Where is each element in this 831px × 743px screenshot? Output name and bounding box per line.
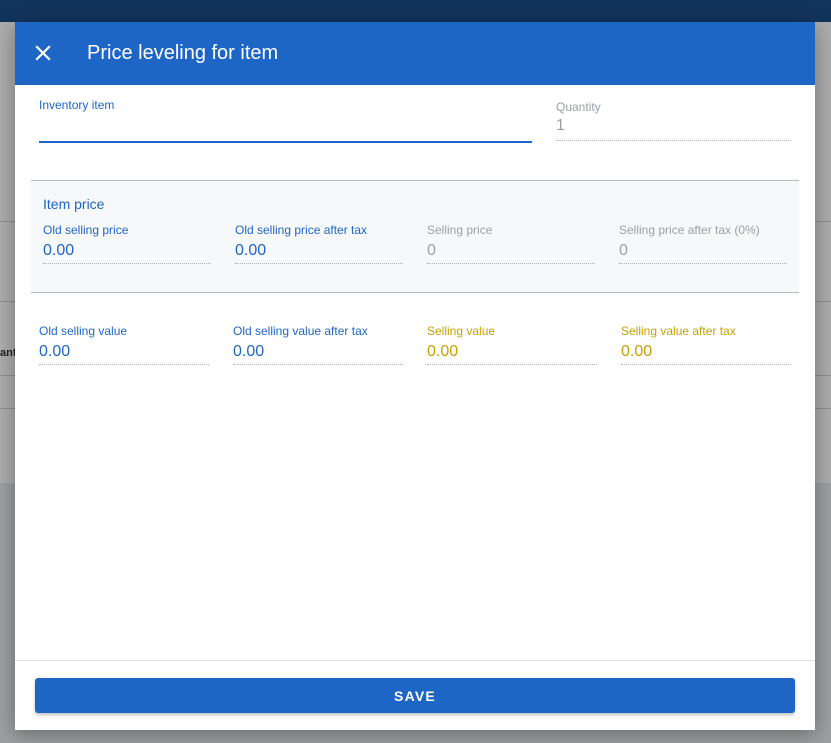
old-selling-value-value: 0.00 — [39, 343, 71, 360]
selling-value-after-tax-underline — [621, 364, 791, 365]
save-button[interactable]: SAVE — [35, 678, 795, 713]
selling-value-field[interactable]: Selling value 0.00 — [427, 324, 597, 365]
selling-price-underline — [427, 263, 595, 264]
inventory-item-input[interactable] — [39, 126, 532, 142]
close-icon — [35, 45, 51, 61]
quantity-field[interactable]: Quantity 1 — [556, 100, 791, 141]
old-selling-price-after-tax-field[interactable]: Old selling price after tax 0.00 — [235, 223, 403, 264]
selling-price-field[interactable]: Selling price 0 — [427, 223, 595, 264]
selling-price-after-tax-label: Selling price after tax (0%) — [619, 223, 760, 237]
dialog-title: Price leveling for item — [87, 42, 279, 64]
old-selling-price-after-tax-underline — [235, 263, 403, 264]
close-button[interactable] — [31, 41, 55, 65]
selling-price-after-tax-value: 0 — [619, 242, 628, 259]
old-selling-value-underline — [39, 364, 209, 365]
old-selling-value-after-tax-label: Old selling value after tax — [233, 324, 368, 338]
old-selling-value-after-tax-underline — [233, 364, 403, 365]
old-selling-value-after-tax-value: 0.00 — [233, 343, 265, 360]
selling-price-after-tax-underline — [619, 263, 787, 264]
selling-value-underline — [427, 364, 597, 365]
item-price-section: Item price Old selling price 0.00 Old se… — [31, 180, 799, 293]
old-selling-value-field[interactable]: Old selling value 0.00 — [39, 324, 209, 365]
quantity-value: 1 — [556, 117, 565, 134]
old-selling-value-after-tax-field[interactable]: Old selling value after tax 0.00 — [233, 324, 403, 365]
selling-value-label: Selling value — [427, 324, 496, 338]
quantity-label: Quantity — [556, 100, 601, 114]
old-selling-price-after-tax-label: Old selling price after tax — [235, 223, 368, 237]
inventory-item-label: Inventory item — [39, 98, 115, 112]
quantity-underline — [556, 140, 791, 141]
old-selling-price-after-tax-value: 0.00 — [235, 242, 267, 259]
selling-price-value: 0 — [427, 242, 436, 259]
item-price-title: Item price — [43, 196, 105, 212]
price-leveling-dialog: Price leveling for item Inventory item Q… — [15, 22, 815, 730]
inventory-item-underline — [39, 141, 532, 143]
old-selling-price-label: Old selling price — [43, 223, 129, 237]
dialog-header: Price leveling for item — [15, 22, 815, 85]
selling-price-after-tax-field[interactable]: Selling price after tax (0%) 0 — [619, 223, 787, 264]
selling-value-after-tax-field[interactable]: Selling value after tax 0.00 — [621, 324, 791, 365]
selling-value-value: 0.00 — [427, 343, 459, 360]
selling-price-label: Selling price — [427, 223, 493, 237]
old-selling-value-label: Old selling value — [39, 324, 128, 338]
old-selling-price-field[interactable]: Old selling price 0.00 — [43, 223, 211, 264]
dialog-footer: SAVE — [15, 660, 815, 731]
old-selling-price-underline — [43, 263, 211, 264]
old-selling-price-value: 0.00 — [43, 242, 75, 259]
inventory-item-field: Inventory item — [39, 98, 114, 112]
selling-value-after-tax-value: 0.00 — [621, 343, 653, 360]
selling-value-after-tax-label: Selling value after tax — [621, 324, 736, 338]
